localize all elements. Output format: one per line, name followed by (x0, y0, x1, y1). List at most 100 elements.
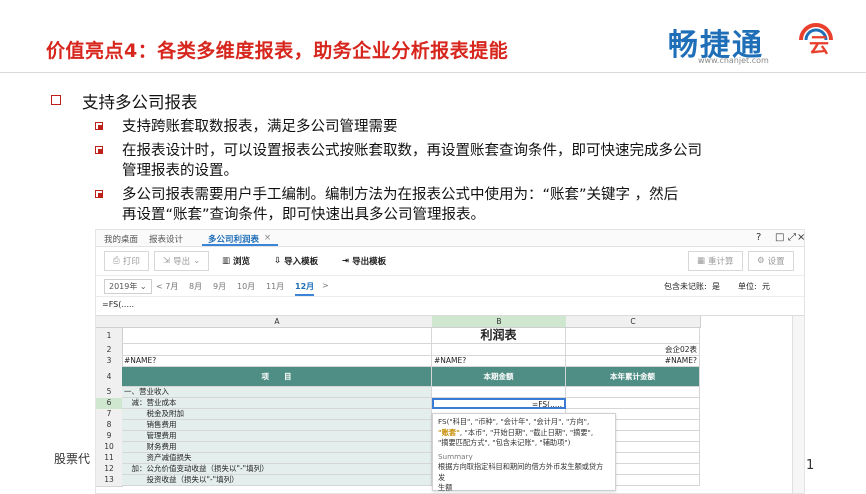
import-icon: ⇩ (274, 256, 282, 266)
formula-text: =FS(..... (102, 300, 135, 309)
corner-cell[interactable] (96, 316, 123, 328)
export-template-button[interactable]: ⇥ 导出模板 (342, 255, 386, 267)
calculator-icon: ▦ (697, 256, 706, 266)
preview-button[interactable]: ▥ 浏览 (222, 255, 250, 267)
hint-signature-line2: "账套", "本币", "开始日期", "截止日期", "摘要", (438, 428, 610, 439)
import-template-label: 导入模板 (284, 257, 319, 267)
tab-report-design[interactable]: 报表设计 (149, 233, 183, 245)
bullet-text: 在报表设计时，可以设置报表公式按账套取数，再设置账套查询条件，即可快速完成多公司 (122, 143, 702, 159)
expand-icon[interactable]: ⤢ (788, 232, 796, 243)
month-item[interactable]: < 7月 (156, 281, 178, 292)
hint-summary-cont: 生额 (438, 483, 453, 492)
bullet-3: 多公司报表需要用户手工编制。编制方法为在报表公式中使用为：“账套”关键字 ，然后 (95, 185, 802, 205)
cell-a[interactable]: 减：营业成本 (122, 398, 432, 409)
cell-b[interactable]: #NAME? (432, 356, 566, 367)
row-header[interactable]: 13 (96, 475, 123, 487)
cell-c[interactable]: #NAME? (566, 356, 700, 367)
unit-label: 单位: (738, 282, 757, 291)
cell-b[interactable]: =FS(..... (432, 398, 566, 409)
restore-icon[interactable]: □ (775, 232, 784, 243)
cell-a[interactable]: 税金及附加 (122, 409, 432, 420)
hint-summary: 根据方向取指定科目和期间的借方外币发生额或贷方发 (438, 462, 604, 482)
cell-a[interactable]: 资产减值损失 (122, 453, 432, 464)
cell-c[interactable]: 本年累计金额 (566, 367, 700, 387)
row-header[interactable]: 4 (96, 367, 123, 388)
cell-a[interactable]: 加：公允价值变动收益（损失以"-"填列） (122, 464, 432, 475)
cell-a[interactable]: #NAME? (122, 356, 432, 367)
logo-url: www.chanjet.com (698, 56, 769, 65)
bullet-marker-icon (95, 146, 103, 154)
cell-b[interactable] (432, 344, 566, 356)
cell-a[interactable]: 一、营业收入 (122, 387, 432, 398)
month-item-selected[interactable]: 12月 (295, 281, 315, 296)
export-button[interactable]: ⇲ 导出 ⌄ (154, 251, 210, 271)
cell-c[interactable]: 会企02表 (566, 344, 700, 356)
chanjet-logo: 畅捷通 云 www.chanjet.com (668, 18, 848, 68)
month-item[interactable]: 10月 (237, 281, 255, 292)
row-header[interactable]: 1 (96, 328, 123, 345)
month-item[interactable]: 9月 (213, 281, 226, 292)
cell-a[interactable]: 投资收益（损失以"-"填列） (122, 475, 432, 486)
cell-c[interactable] (566, 328, 700, 344)
unit-value: 元 (762, 282, 770, 291)
settings-label: 设置 (767, 257, 785, 267)
cell-b[interactable]: 本期金额 (432, 367, 566, 387)
chevron-down-icon: ⌄ (193, 256, 201, 266)
bullet-marker-icon (95, 122, 103, 130)
bullet-2: 在报表设计时，可以设置报表公式按账套取数，再设置账套查询条件，即可快速完成多公司 (95, 141, 802, 161)
export-label: 导出 (173, 257, 191, 267)
cell-a[interactable]: 财务费用 (122, 442, 432, 453)
svg-text:云: 云 (809, 33, 829, 57)
cell-b[interactable] (432, 387, 566, 398)
column-header-c[interactable]: C (566, 316, 701, 328)
bullet-text: 支持跨账套取数报表，满足多公司管理需要 (122, 119, 398, 135)
month-item[interactable]: 11月 (266, 281, 284, 292)
cell-a[interactable] (122, 344, 432, 356)
print-button[interactable]: ⎙ 打印 (104, 251, 149, 271)
recalc-label: 重计算 (708, 257, 734, 267)
report-title-cell[interactable]: 利润表 (432, 328, 566, 344)
bullet-text: 再设置“账套”查询条件，即可快速出具多公司管理报表。 (122, 207, 486, 223)
unposted-value: 是 (712, 282, 720, 291)
tab-desktop[interactable]: 我的桌面 (104, 233, 138, 245)
bullet-1: 支持跨账套取数报表，满足多公司管理需要 (95, 117, 802, 137)
year-value: 2019年 (109, 282, 138, 291)
formula-bar[interactable]: =FS(..... (96, 297, 804, 316)
cell-a[interactable]: 项 目 (122, 367, 432, 387)
formula-hint-popup: FS("科目", "币种", "会计年", "会计月", "方向", "账套",… (432, 413, 616, 492)
slide-title: 价值亮点4：各类多维度报表，助务企业分析报表提能 (46, 40, 509, 62)
import-template-button[interactable]: ⇩ 导入模板 (274, 255, 318, 267)
print-label: 打印 (122, 257, 140, 267)
column-header-b[interactable]: B (432, 316, 567, 328)
cell-c[interactable] (566, 398, 700, 409)
toolbar: ⎙ 打印 ⇲ 导出 ⌄ ▥ 浏览 ⇩ 导入模板 ⇥ 导出模板 ▦ 重计算 ⚙ 设置 (96, 247, 804, 276)
bullet-marker-icon (95, 190, 103, 198)
chevron-down-icon: ⌄ (139, 282, 147, 291)
cell-a[interactable] (122, 328, 432, 344)
bullet-text: 多公司报表需要用户手工编制。编制方法为在报表公式中使用为：“账套”关键字 ，然后 (122, 187, 679, 203)
hint-signature-line3: "摘要匹配方式", "包含未记账", "辅助项") (438, 438, 571, 447)
unposted-label: 包含未记账: (664, 282, 707, 291)
settings-button[interactable]: ⚙ 设置 (748, 251, 794, 271)
cloud-logo-icon: 云 (799, 23, 833, 57)
hint-signature: FS("科目", "币种", "会计年", "会计月", "方向", (438, 417, 590, 426)
help-icon[interactable]: ? (756, 232, 761, 243)
gear-icon: ⚙ (757, 256, 765, 266)
hint-rest: , "本币", "开始日期", "截止日期", "摘要", (459, 427, 594, 437)
cell-a[interactable]: 销售费用 (122, 420, 432, 431)
tab-close-icon[interactable]: × (264, 233, 271, 243)
column-header-a[interactable]: A (122, 316, 433, 328)
tab-bar: 我的桌面 报表设计 多公司利润表 × ? □ ⤢ × (96, 230, 804, 247)
year-select[interactable]: 2019年 ⌄ (104, 279, 152, 294)
month-item[interactable]: 8月 (189, 281, 202, 292)
page-number: 1 (806, 458, 815, 473)
export-icon: ⇥ (342, 256, 350, 266)
cell-c[interactable] (566, 387, 700, 398)
chevron-right-icon[interactable]: > (322, 281, 329, 290)
hint-summary-label: Summary (438, 451, 473, 461)
recalc-button[interactable]: ▦ 重计算 (688, 251, 743, 271)
cell-a[interactable]: 管理费用 (122, 431, 432, 442)
vertical-scrollbar[interactable] (792, 316, 804, 493)
export-icon: ⇲ (163, 256, 171, 266)
close-icon[interactable]: × (797, 232, 804, 243)
